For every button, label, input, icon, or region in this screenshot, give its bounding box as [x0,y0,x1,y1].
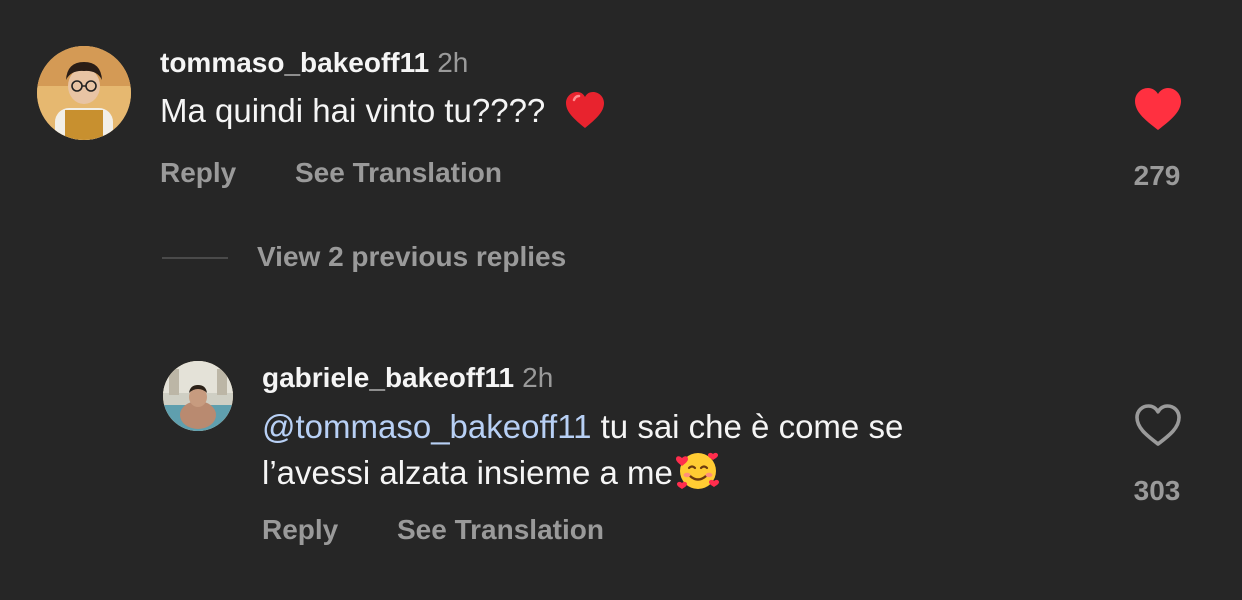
reply-username[interactable]: gabriele_bakeoff11 [262,362,514,393]
comment-like-count: 279 [1133,160,1181,191]
reply-header: gabriele_bakeoff11 2h [262,362,553,394]
view-previous-replies-button[interactable]: View 2 previous replies [257,241,566,273]
comment-see-translation-button[interactable]: See Translation [295,157,502,189]
comment-like-button[interactable] [1133,86,1183,132]
comment-text: Ma quindi hai vinto tu???? [160,90,606,132]
reply-text-line-2: l’avessi alzata insieme a me [262,448,903,494]
heart-filled-icon [1135,88,1181,130]
comment-body: Ma quindi hai vinto tu???? [160,92,546,129]
reply-time: 2h [522,362,554,393]
reply-body-line-1: tu sai che è come se [591,408,904,445]
smiling-face-with-hearts-emoji [675,452,719,489]
reply-text: @tommaso_bakeoff11 tu sai che è come se … [262,406,903,494]
avatar-image-tommaso [37,46,131,140]
heart-outline-icon [1135,404,1181,446]
comment-reply-button[interactable]: Reply [160,157,236,189]
red-heart-emoji [566,92,605,128]
comment-time: 2h [437,47,469,78]
replies-divider [162,257,228,259]
reply-see-translation-button[interactable]: See Translation [397,514,604,546]
reply-text-line-1: @tommaso_bakeoff11 tu sai che è come se [262,406,903,448]
avatar-gabriele[interactable] [163,361,233,431]
avatar-image-gabriele [163,361,233,431]
reply-like-button[interactable] [1133,402,1183,448]
reply-body-line-2: l’avessi alzata insieme a me [262,454,673,491]
avatar-tommaso[interactable] [37,46,131,140]
reply-mention-link[interactable]: @tommaso_bakeoff11 [262,408,591,445]
reply-like-count: 303 [1133,475,1181,506]
comment-header: tommaso_bakeoff11 2h [160,47,468,79]
comment-username[interactable]: tommaso_bakeoff11 [160,47,429,78]
reply-reply-button[interactable]: Reply [262,514,338,546]
